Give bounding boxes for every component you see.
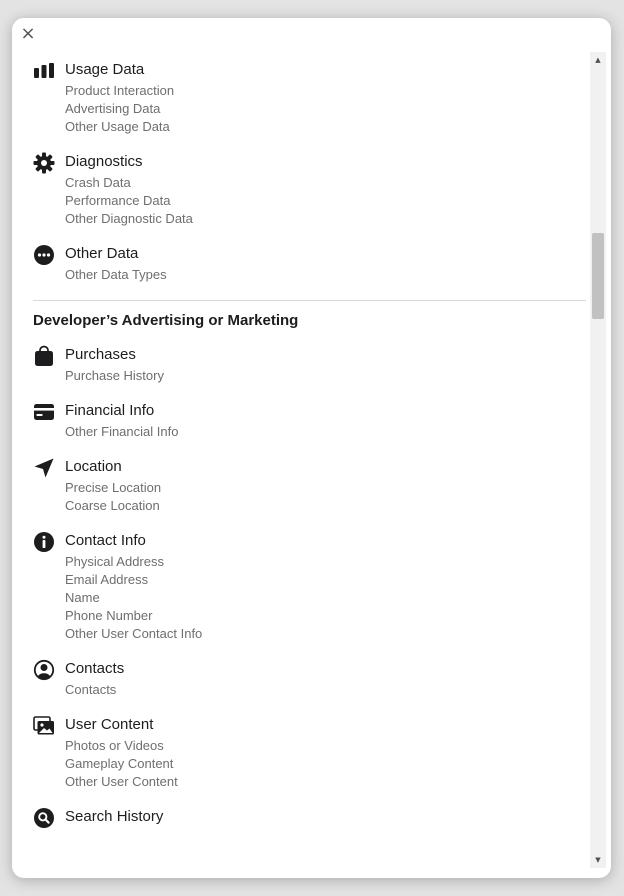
data-type-item: Performance Data (65, 193, 171, 208)
scroll-thumb[interactable] (592, 233, 604, 319)
location-arrow-icon (33, 457, 55, 479)
data-category-contacts: Contacts Contacts (33, 659, 586, 699)
data-type-item: Other User Content (65, 774, 178, 789)
close-button[interactable]: × (18, 24, 38, 44)
data-type-item: Physical Address (65, 554, 164, 569)
data-type-item: Contacts (65, 682, 117, 697)
category-label: Purchases (65, 346, 136, 363)
data-type-item: Other User Contact Info (65, 626, 203, 641)
data-type-item: Advertising Data (65, 101, 161, 116)
data-type-item: Other Data Types (65, 267, 167, 282)
advertising-data-list: Purchases Purchase History Financial Info O… (33, 345, 586, 829)
data-category-other-data: Other Data Other Data Types (33, 244, 586, 284)
category-label: Contact Info (65, 532, 146, 549)
category-label: Location (65, 458, 122, 475)
data-type-item: Phone Number (65, 608, 153, 623)
gear-icon (33, 152, 55, 174)
photos-icon (33, 715, 55, 737)
modal-content: Usage Data Product Interaction Advertising… (33, 60, 586, 866)
credit-card-icon (33, 401, 55, 423)
data-type-item: Purchase History (65, 368, 164, 383)
data-type-item: Other Diagnostic Data (65, 211, 193, 226)
more-circle-icon (33, 244, 55, 266)
scrollbar[interactable]: ▲ ▼ (590, 52, 606, 868)
data-type-item: Coarse Location (65, 498, 160, 513)
data-category-search-history: Search History (33, 807, 586, 829)
data-type-item: Photos or Videos (65, 738, 164, 753)
data-category-financial-info: Financial Info Other Financial Info (33, 401, 586, 441)
category-label: Diagnostics (65, 153, 143, 170)
data-type-item: Other Usage Data (65, 119, 170, 134)
data-type-item: Precise Location (65, 480, 162, 495)
category-label: Search History (65, 808, 164, 825)
data-category-user-content: User Content Photos or Videos Gameplay Con… (33, 715, 586, 791)
data-type-item: Product Interaction (65, 83, 175, 98)
category-label: User Content (65, 716, 154, 733)
data-type-item: Name (65, 590, 100, 605)
data-type-item: Email Address (65, 572, 149, 587)
category-label: Financial Info (65, 402, 155, 419)
data-type-item: Other Financial Info (65, 424, 179, 439)
data-category-purchases: Purchases Purchase History (33, 345, 586, 385)
person-circle-icon (33, 659, 55, 681)
data-category-location: Location Precise Location Coarse Location (33, 457, 586, 515)
search-circle-icon (33, 807, 55, 829)
shopping-bag-icon (33, 345, 55, 367)
privacy-details-modal: × Usage Data Product Interaction Advertisi… (12, 18, 611, 878)
data-types-list: Usage Data Product Interaction Advertising… (33, 60, 586, 284)
category-label: Contacts (65, 660, 125, 677)
data-type-item: Gameplay Content (65, 756, 174, 771)
section-divider (33, 300, 586, 301)
scroll-down-button[interactable]: ▼ (590, 852, 606, 868)
category-label: Other Data (65, 245, 139, 262)
info-circle-icon (33, 531, 55, 553)
bar-chart-icon (33, 60, 55, 82)
scroll-up-button[interactable]: ▲ (590, 52, 606, 68)
section-title: Developer’s Advertising or Marketing (33, 312, 299, 329)
data-category-usage-data: Usage Data Product Interaction Advertising… (33, 60, 586, 136)
category-label: Usage Data (65, 61, 145, 78)
data-type-item: Crash Data (65, 175, 131, 190)
data-category-contact-info: Contact Info Physical Address Email Addres… (33, 531, 586, 643)
data-category-diagnostics: Diagnostics Crash Data Performance Data Oth… (33, 152, 586, 228)
